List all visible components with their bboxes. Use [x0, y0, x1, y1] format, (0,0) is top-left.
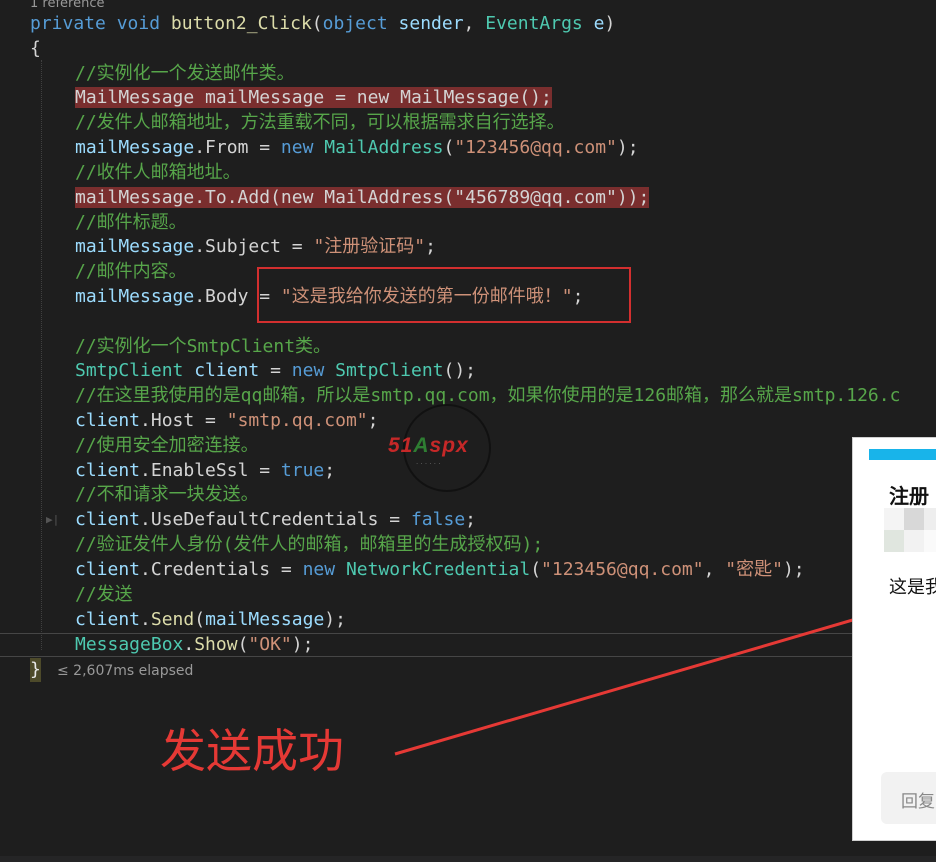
annotation-caption: 发送成功 [160, 724, 344, 778]
avatar [884, 508, 936, 552]
email-subject: 注册 [889, 484, 929, 508]
code-editor[interactable]: 1 reference private void button2_Click(o… [0, 0, 936, 862]
popup-accent-bar [869, 449, 936, 460]
bottom-scrollbar[interactable] [0, 856, 936, 862]
annotation-arrow [394, 604, 893, 756]
reply-button[interactable]: 回复 [881, 772, 936, 824]
email-body-text: 这是我 [889, 577, 936, 598]
reply-label: 回复 [901, 792, 935, 812]
email-preview-window[interactable]: 注册 这是我 回复 [852, 437, 936, 841]
